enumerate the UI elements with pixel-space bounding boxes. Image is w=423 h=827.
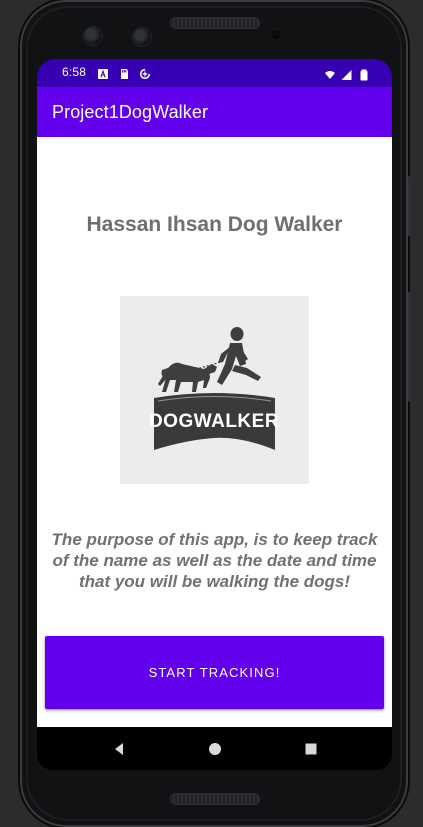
front-camera-left (83, 26, 103, 46)
recents-icon (305, 743, 316, 754)
app-bar: Project1DogWalker (37, 87, 392, 137)
proximity-sensor (270, 29, 282, 41)
app-title: Project1DogWalker (52, 101, 209, 122)
status-bar: 6:58 (37, 59, 392, 87)
status-right-icons (324, 66, 370, 81)
phone-screen: 6:58 Project1DogWalker Hassan Ihsan Dog … (37, 59, 392, 770)
page-title: Hassan Ihsan Dog Walker (86, 213, 343, 236)
recents-button[interactable] (301, 739, 321, 759)
battery-icon (358, 66, 370, 81)
data-saver-icon (139, 65, 151, 80)
earpiece-speaker (170, 17, 260, 29)
front-camera-right (132, 27, 152, 47)
status-time: 6:58 (62, 65, 87, 79)
logo-graphic: DOGWALKER (149, 327, 279, 450)
back-icon (114, 742, 123, 755)
description-text: The purpose of this app, is to keep trac… (51, 530, 378, 591)
wifi-icon (324, 66, 336, 79)
main-content: Hassan Ihsan Dog Walker DOGWALKER The pu… (37, 137, 392, 727)
navigation-bar (37, 727, 392, 770)
home-button[interactable] (205, 739, 225, 759)
home-icon (208, 742, 221, 755)
status-left-icons (97, 65, 151, 80)
logo-text: DOGWALKER (149, 411, 279, 432)
dog-walker-logo: DOGWALKER (120, 296, 309, 484)
signal-icon (341, 66, 353, 80)
back-button[interactable] (109, 739, 129, 759)
volume-button[interactable] (408, 292, 411, 402)
bottom-speaker (170, 793, 260, 805)
a-icon (97, 65, 109, 79)
sd-card-icon (118, 65, 130, 79)
start-tracking-button[interactable]: START TRACKING! (45, 636, 384, 709)
power-button[interactable] (408, 176, 411, 236)
